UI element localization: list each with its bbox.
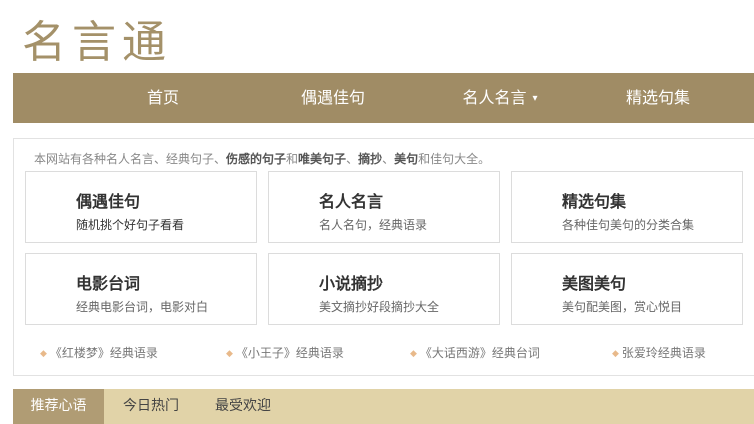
card-title: 偶遇佳句 (76, 192, 141, 211)
tab-today-hot[interactable]: 今日热门 (107, 389, 195, 424)
card-title: 名人名言 (319, 192, 384, 211)
nav-item-selected-collections[interactable]: 精选句集 (588, 73, 728, 123)
card-title: 精选句集 (562, 192, 627, 211)
nav-item-home[interactable]: 首页 (93, 73, 233, 123)
bullet-icon: ◆ (612, 349, 619, 359)
card-title: 电影台词 (76, 274, 141, 293)
book-link-chinese-odyssey[interactable]: ◆ 《大话西游》经典台词 (410, 344, 540, 361)
book-link-label: 《小王子》经典语录 (235, 346, 344, 360)
card-title: 小说摘抄 (319, 274, 384, 293)
book-link-dream-of-red-chamber[interactable]: ◆ 《红楼梦》经典语录 (40, 344, 158, 361)
intro-text-part: 和 (286, 152, 299, 166)
dropdown-caret-icon: ▾ (532, 93, 538, 104)
site-logo[interactable]: 名言通 (22, 6, 172, 70)
nav-item-famous-quotes[interactable]: 名人名言 ▾ (425, 73, 575, 123)
nav-item-label: 偶遇佳句 (300, 88, 365, 107)
book-link-label: 《红楼梦》经典语录 (49, 346, 158, 360)
beautiful-sentences-link[interactable]: 唯美句子 (298, 152, 346, 166)
book-link-label: 张爱玲经典语录 (621, 346, 706, 360)
bullet-icon: ◆ (40, 349, 47, 359)
card-novel-excerpts[interactable]: 小说摘抄 美文摘抄好段摘抄大全 (268, 253, 500, 325)
card-desc: 经典电影台词，电影对白 (76, 300, 209, 314)
intro-text: 本网站有各种名人名言、经典句子、伤感的句子和唯美句子、摘抄、美句和佳句大全。 (34, 150, 490, 167)
sad-sentences-link[interactable]: 伤感的句子 (226, 152, 286, 166)
book-link-label: 《大话西游》经典台词 (419, 346, 540, 360)
intro-text-part: 和佳句大全。 (418, 152, 491, 166)
card-desc: 美句配美图，赏心悦目 (562, 300, 683, 314)
nav-item-label: 名人名言 (462, 88, 527, 107)
fine-sentences-link[interactable]: 美句 (394, 152, 418, 166)
main-nav: 首页 偶遇佳句 名人名言 ▾ 精选句集 (13, 73, 754, 123)
bullet-icon: ◆ (226, 349, 233, 359)
card-desc: 名人名句，经典语录 (319, 218, 428, 232)
card-encounter-sentences[interactable]: 偶遇佳句 随机挑个好句子看看 (25, 171, 257, 243)
excerpts-link[interactable]: 摘抄 (358, 152, 382, 166)
intro-text-part: 本网站有各种名人名言、经典句子、 (34, 152, 227, 166)
bullet-icon: ◆ (410, 349, 417, 359)
intro-text-part: 、 (346, 152, 359, 166)
card-selected-collections[interactable]: 精选句集 各种佳句美句的分类合集 (511, 171, 743, 243)
nav-item-label: 精选句集 (625, 88, 690, 107)
nav-item-label: 首页 (146, 88, 179, 107)
card-title: 美图美句 (562, 274, 627, 293)
nav-item-encounter-sentences[interactable]: 偶遇佳句 (263, 73, 403, 123)
tab-recommended[interactable]: 推荐心语 (13, 389, 104, 424)
card-desc: 各种佳句美句的分类合集 (562, 218, 695, 232)
card-famous-quotes[interactable]: 名人名言 名人名句，经典语录 (268, 171, 500, 243)
card-desc: 美文摘抄好段摘抄大全 (319, 300, 440, 314)
card-desc: 随机挑个好句子看看 (76, 218, 185, 232)
card-picture-quotes[interactable]: 美图美句 美句配美图，赏心悦目 (511, 253, 743, 325)
book-link-little-prince[interactable]: ◆ 《小王子》经典语录 (226, 344, 344, 361)
tab-most-popular[interactable]: 最受欢迎 (199, 389, 287, 424)
card-movie-lines[interactable]: 电影台词 经典电影台词，电影对白 (25, 253, 257, 325)
intro-text-part: 、 (382, 152, 395, 166)
section-tabs: 推荐心语 今日热门 最受欢迎 (13, 389, 754, 424)
intro-section: 本网站有各种名人名言、经典句子、伤感的句子和唯美句子、摘抄、美句和佳句大全。 偶… (13, 138, 754, 376)
book-link-eileen-chang[interactable]: ◆ 张爱玲经典语录 (612, 344, 706, 361)
